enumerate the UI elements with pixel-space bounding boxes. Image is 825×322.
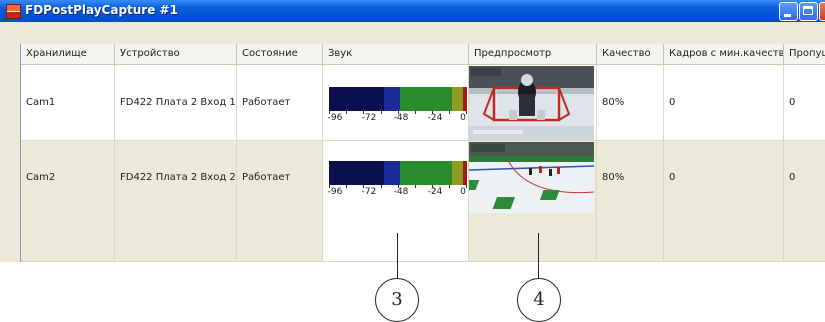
app-icon bbox=[6, 4, 21, 19]
sound-level-bar bbox=[329, 161, 467, 185]
scale-label: 0 bbox=[460, 113, 466, 123]
callout-leader-line bbox=[397, 233, 398, 280]
scale-label: -48 bbox=[393, 187, 409, 197]
state-cell: Работает bbox=[237, 65, 323, 141]
device-cell: FD422 Плата 2 Вход 2 bbox=[115, 141, 237, 262]
app-window: FDPostPlayCapture #1 Хранилище Устройств… bbox=[0, 0, 825, 262]
sound-cell: -96 -72 -48 -24 0 bbox=[323, 65, 469, 141]
callout-4: 4 bbox=[517, 278, 561, 322]
minimize-icon bbox=[784, 14, 791, 17]
sound-meter: -96 -72 -48 -24 0 bbox=[323, 65, 468, 140]
preview-cell bbox=[469, 141, 597, 262]
maximize-icon bbox=[803, 6, 813, 15]
scale-tick bbox=[346, 185, 347, 188]
table-row[interactable]: Cam1 FD422 Плата 2 Вход 1 Работает -96 -… bbox=[21, 65, 825, 141]
column-header-min-quality-frames[interactable]: Кадров с мин.качеством bbox=[664, 44, 784, 65]
state-cell: Работает bbox=[237, 141, 323, 262]
scale-tick bbox=[466, 185, 467, 188]
scale-tick bbox=[381, 185, 382, 188]
scale-label: -48 bbox=[393, 113, 409, 123]
column-header-device[interactable]: Устройство bbox=[115, 44, 237, 65]
sound-level-bar bbox=[329, 87, 467, 111]
sound-cell: -96 -72 -48 -24 0 bbox=[323, 141, 469, 262]
level-segment bbox=[384, 161, 400, 185]
scale-label: -96 bbox=[327, 187, 343, 197]
min-quality-frames-cell: 0 bbox=[664, 141, 784, 262]
scale-tick bbox=[449, 111, 450, 114]
level-segment bbox=[384, 87, 400, 111]
scale-tick bbox=[449, 185, 450, 188]
column-header-state[interactable]: Состояние bbox=[237, 44, 323, 65]
skipped-cell: 0 bbox=[784, 65, 825, 141]
column-header-sound[interactable]: Звук bbox=[323, 44, 469, 65]
sound-meter: -96 -72 -48 -24 0 bbox=[323, 141, 468, 261]
scale-label: -96 bbox=[327, 113, 343, 123]
min-quality-frames-cell: 0 bbox=[664, 65, 784, 141]
scale-tick bbox=[346, 111, 347, 114]
level-segment bbox=[463, 161, 467, 185]
level-segment bbox=[400, 161, 452, 185]
column-header-storage[interactable]: Хранилище bbox=[21, 44, 115, 65]
scale-tick bbox=[381, 111, 382, 114]
column-header-preview[interactable]: Предпросмотр bbox=[469, 44, 597, 65]
skipped-cell: 0 bbox=[784, 141, 825, 262]
level-segment bbox=[400, 87, 452, 111]
scale-label: -24 bbox=[427, 187, 443, 197]
preview-image-cam1[interactable] bbox=[469, 66, 594, 140]
level-segment bbox=[452, 161, 463, 185]
scale-label: -72 bbox=[361, 113, 377, 123]
column-header-skipped[interactable]: Пропуще bbox=[784, 44, 825, 65]
scale-label: -72 bbox=[361, 187, 377, 197]
storage-cell: Cam1 bbox=[21, 65, 115, 141]
preview-image-cam2[interactable] bbox=[469, 142, 594, 213]
device-cell: FD422 Плата 2 Вход 1 bbox=[115, 65, 237, 141]
window-title: FDPostPlayCapture #1 bbox=[25, 3, 178, 17]
level-segment bbox=[452, 87, 463, 111]
table-row[interactable]: Cam2 FD422 Плата 2 Вход 2 Работает -96 -… bbox=[21, 141, 825, 262]
minimize-button[interactable] bbox=[779, 2, 798, 21]
preview-cell bbox=[469, 65, 597, 141]
quality-cell: 80% bbox=[597, 65, 664, 141]
sound-scale: -96 -72 -48 -24 0 bbox=[327, 185, 468, 199]
callout-3: 3 bbox=[375, 278, 419, 322]
scale-tick bbox=[415, 185, 416, 188]
maximize-button[interactable] bbox=[799, 2, 818, 21]
scale-tick bbox=[415, 111, 416, 114]
scale-label: 0 bbox=[460, 187, 466, 197]
scale-tick bbox=[466, 111, 467, 114]
title-bar[interactable]: FDPostPlayCapture #1 bbox=[0, 0, 825, 22]
level-segment bbox=[463, 87, 467, 111]
level-segment bbox=[329, 87, 384, 111]
level-segment bbox=[329, 161, 384, 185]
scale-label: -24 bbox=[427, 113, 443, 123]
capture-grid: Хранилище Устройство Состояние Звук Пред… bbox=[20, 44, 825, 262]
quality-cell: 80% bbox=[597, 141, 664, 262]
close-button[interactable] bbox=[819, 2, 825, 21]
sound-scale: -96 -72 -48 -24 0 bbox=[327, 111, 468, 125]
callout-leader-line bbox=[538, 233, 539, 280]
storage-cell: Cam2 bbox=[21, 141, 115, 262]
column-header-quality[interactable]: Качество bbox=[597, 44, 664, 65]
